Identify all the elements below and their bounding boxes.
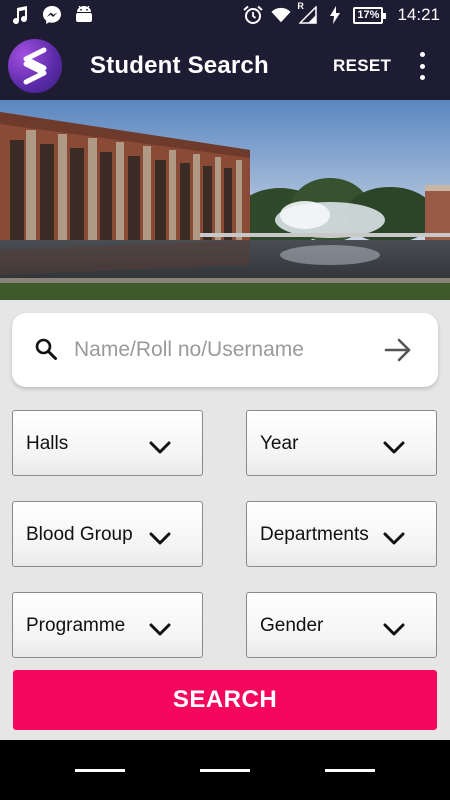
clock: 14:21 [397, 5, 440, 24]
chevron-down-icon [383, 441, 405, 460]
chevron-down-icon [149, 532, 171, 551]
search-icon [34, 337, 58, 366]
chevron-down-icon [383, 623, 405, 642]
chevron-down-icon [149, 623, 171, 642]
blood-group-dropdown[interactable]: Blood Group [12, 501, 203, 567]
back-button[interactable] [75, 769, 125, 772]
app-bar: Student Search RESET [0, 30, 450, 100]
halls-dropdown[interactable]: Halls [12, 410, 203, 476]
home-button[interactable] [200, 769, 250, 772]
reset-button[interactable]: RESET [333, 56, 391, 76]
status-bar: R 17% 14:21 [0, 0, 450, 30]
android-icon [74, 5, 94, 25]
search-bar [12, 313, 438, 387]
gender-label: Gender [260, 615, 324, 636]
gender-dropdown[interactable]: Gender [246, 592, 437, 658]
roaming-indicator: R [297, 1, 304, 11]
chevron-down-icon [383, 532, 405, 551]
music-note-icon [10, 5, 30, 25]
arrow-right-icon[interactable] [384, 336, 412, 369]
search-button[interactable]: SEARCH [13, 670, 437, 730]
programme-label: Programme [26, 615, 126, 636]
charging-icon [325, 5, 345, 25]
year-label: Year [260, 433, 299, 454]
more-vert-icon[interactable] [412, 52, 432, 80]
alarm-icon [243, 5, 264, 25]
chevron-down-icon [149, 441, 171, 460]
page-title: Student Search [90, 52, 269, 79]
campus-banner-image [0, 100, 450, 300]
departments-label: Departments [260, 524, 369, 545]
battery-indicator: 17% [353, 6, 387, 24]
blood-group-label: Blood Group [26, 524, 133, 545]
messenger-icon [42, 5, 62, 25]
year-dropdown[interactable]: Year [246, 410, 437, 476]
programme-dropdown[interactable]: Programme [12, 592, 203, 658]
halls-label: Halls [26, 433, 69, 454]
search-input[interactable] [74, 331, 374, 369]
system-nav-bar [0, 740, 450, 800]
recents-button[interactable] [325, 769, 375, 772]
signal-icon: R [297, 1, 318, 25]
app-logo-icon [8, 39, 62, 93]
departments-dropdown[interactable]: Departments [246, 501, 437, 567]
wifi-icon [271, 5, 291, 25]
